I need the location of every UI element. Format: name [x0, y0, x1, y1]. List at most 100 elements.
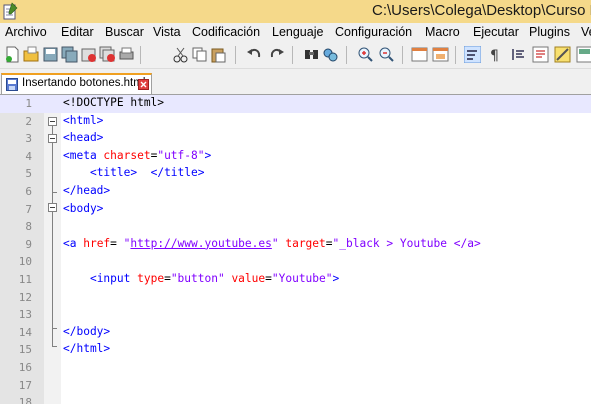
- function-list-icon[interactable]: [576, 46, 591, 63]
- user-language-icon[interactable]: [532, 46, 549, 63]
- code-text: <html>: [63, 114, 103, 127]
- code-line[interactable]: 1 <!DOCTYPE html>: [0, 95, 591, 113]
- fold-end-body: [52, 328, 57, 329]
- code-line[interactable]: 6 </head>: [0, 183, 591, 201]
- menu-macro[interactable]: Macro: [425, 25, 460, 39]
- new-file-icon[interactable]: [4, 46, 21, 63]
- code-line[interactable]: 11 <input type="button" value="Youtube">: [0, 271, 591, 289]
- line-number: 6: [25, 185, 32, 198]
- menu-editar[interactable]: Editar: [61, 25, 94, 39]
- menu-ejecutar[interactable]: Ejecutar: [473, 25, 519, 39]
- code-token: <a: [63, 236, 84, 250]
- code-line[interactable]: 10: [0, 253, 591, 271]
- line-number: 4: [25, 149, 32, 163]
- doc-map-icon[interactable]: [554, 46, 571, 63]
- code-line[interactable]: 17: [0, 377, 591, 395]
- menu-ventana[interactable]: Ve: [581, 25, 591, 39]
- code-line[interactable]: 2 <html>: [0, 113, 591, 131]
- code-line[interactable]: 12: [0, 289, 591, 307]
- print-icon[interactable]: [118, 46, 135, 63]
- copy-icon[interactable]: [191, 46, 208, 63]
- replace-icon[interactable]: [322, 46, 339, 63]
- toolbar-separator: [140, 46, 141, 64]
- code-text: <!DOCTYPE html>: [63, 96, 164, 109]
- sync-horizontal-icon[interactable]: [432, 46, 449, 63]
- line-number: 5: [25, 167, 32, 181]
- indent-guide-icon[interactable]: [510, 46, 527, 63]
- code-line[interactable]: 14 </body>: [0, 324, 591, 342]
- close-all-icon[interactable]: [99, 46, 116, 63]
- code-token: value: [224, 272, 266, 285]
- code-token: "_black > Youtube </a>: [332, 236, 481, 250]
- word-wrap-icon[interactable]: [464, 46, 481, 63]
- menu-archivo[interactable]: Archivo: [5, 25, 47, 39]
- code-line[interactable]: 7 <body>: [0, 201, 591, 219]
- code-token: =: [164, 272, 171, 285]
- open-file-icon[interactable]: [23, 46, 40, 63]
- undo-icon[interactable]: [246, 46, 263, 63]
- menu-codificacion[interactable]: Codificación: [192, 25, 260, 39]
- fold-toggle-html[interactable]: [48, 117, 57, 126]
- code-token: <title>: [89, 166, 138, 180]
- code-line[interactable]: 15 </html>: [0, 341, 591, 359]
- tab-close-icon[interactable]: [138, 79, 149, 90]
- code-token: href: [83, 236, 111, 250]
- code-token: >: [204, 148, 212, 162]
- sync-vertical-icon[interactable]: [411, 46, 428, 63]
- code-token: target: [278, 236, 326, 250]
- menu-lenguaje[interactable]: Lenguaje: [272, 25, 323, 39]
- code-line[interactable]: 9 <a href= "http://www.youtube.es" target…: [0, 236, 591, 254]
- paste-icon[interactable]: [210, 46, 227, 63]
- cut-icon[interactable]: [172, 46, 189, 63]
- code-token: =: [325, 236, 333, 250]
- code-token: type: [137, 272, 165, 285]
- code-text: </body>: [63, 325, 110, 338]
- code-token: <body>: [63, 201, 104, 215]
- code-line[interactable]: 16: [0, 359, 591, 377]
- menu-configuracion[interactable]: Configuración: [335, 25, 412, 39]
- code-line[interactable]: 5 <title> </title>: [0, 165, 591, 183]
- menu-vista[interactable]: Vista: [153, 25, 181, 39]
- fold-toggle-head[interactable]: [48, 134, 57, 143]
- code-text: <body>: [63, 202, 103, 215]
- line-number: 18: [18, 396, 32, 404]
- save-icon[interactable]: [42, 46, 59, 63]
- code-token: <meta: [63, 148, 104, 162]
- code-line[interactable]: 13: [0, 306, 591, 324]
- zoom-out-icon[interactable]: [378, 46, 395, 63]
- saved-file-icon: [6, 78, 18, 91]
- code-text: <head>: [63, 131, 103, 144]
- code-text: </head>: [63, 184, 110, 197]
- code-token: >: [332, 272, 340, 285]
- close-icon[interactable]: [80, 46, 97, 63]
- save-all-icon[interactable]: [61, 46, 78, 63]
- code-editor[interactable]: 1 <!DOCTYPE html> 2 <html> 3 <head> 4 <meta cha…: [0, 95, 591, 404]
- code-token: <head>: [63, 131, 104, 145]
- tab-insertando-botones[interactable]: Insertando botones.html: [1, 73, 152, 94]
- code-token: </body>: [63, 324, 111, 338]
- code-line[interactable]: 4 <meta charset="utf-8">: [0, 148, 591, 166]
- toolbar-separator: [346, 46, 347, 64]
- code-token: <!DOCTYPE html>: [63, 96, 165, 109]
- code-line[interactable]: 3 <head>: [0, 130, 591, 148]
- code-text: <input type="button" value="Youtube">: [63, 272, 339, 285]
- line-number: 13: [18, 308, 32, 322]
- toolbar-separator: [235, 46, 236, 64]
- fold-toggle-body[interactable]: [48, 203, 57, 212]
- title-bar: C:\Users\Colega\Desktop\Curso H: [0, 0, 591, 23]
- show-all-chars-icon[interactable]: ¶: [486, 46, 503, 63]
- line-number: 15: [18, 343, 32, 357]
- find-icon[interactable]: [303, 46, 320, 63]
- code-token: =: [265, 272, 272, 285]
- code-line[interactable]: 8: [0, 218, 591, 236]
- code-token: <input: [89, 272, 138, 285]
- menu-buscar[interactable]: Buscar: [105, 25, 144, 39]
- menu-plugins[interactable]: Plugins: [529, 25, 570, 39]
- code-line[interactable]: 18: [0, 394, 591, 404]
- zoom-in-icon[interactable]: [357, 46, 374, 63]
- line-number: 16: [18, 361, 32, 374]
- code-token: <html>: [63, 113, 104, 127]
- redo-icon[interactable]: [268, 46, 285, 63]
